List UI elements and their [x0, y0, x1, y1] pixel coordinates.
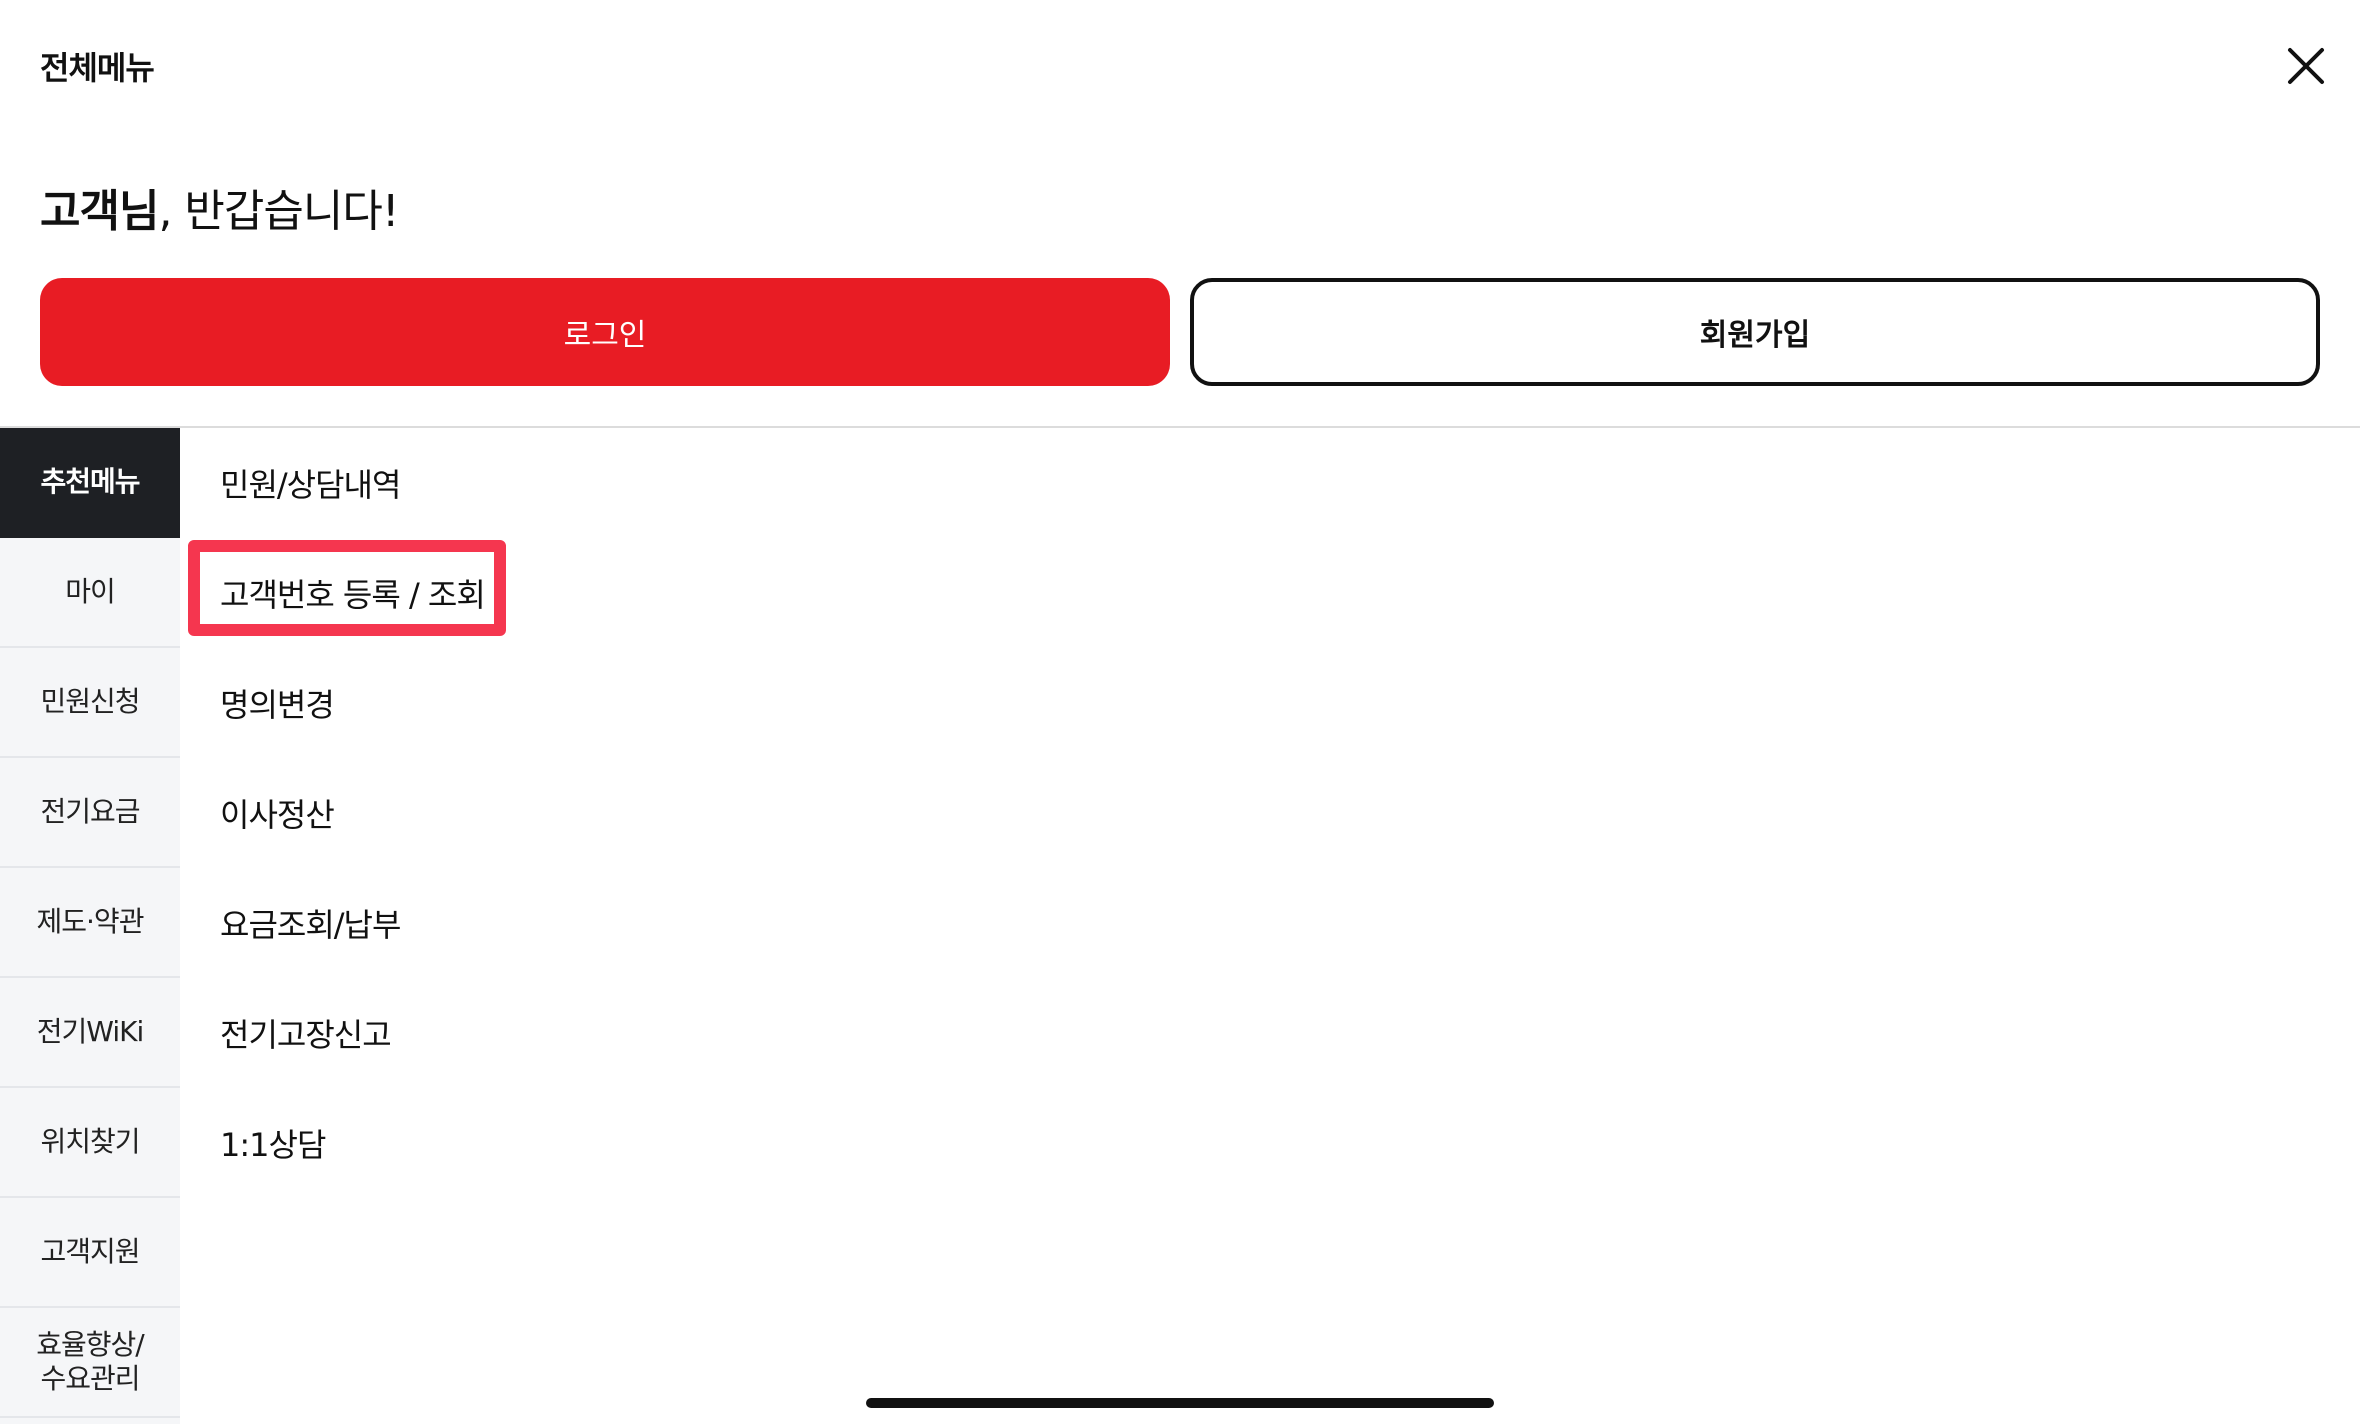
menu-item-one-on-one[interactable]: 1:1상담 [220, 1088, 326, 1198]
menu-item-customer-number[interactable]: 고객번호 등록 / 조회 [220, 538, 486, 648]
sidebar-item-electricity-wiki[interactable]: 전기WiKi [0, 978, 180, 1088]
sidebar-item-customer-support[interactable]: 고객지원 [0, 1198, 180, 1308]
menu-list: 민원/상담내역 고객번호 등록 / 조회 명의변경 이사정산 요금조회/납부 전… [180, 428, 2360, 1424]
sidebar-item-civil-request[interactable]: 민원신청 [0, 648, 180, 758]
greeting-name: 고객님 [40, 186, 159, 237]
sidebar-item-policy-terms[interactable]: 제도·약관 [0, 868, 180, 978]
sidebar-item-location[interactable]: 위치찾기 [0, 1088, 180, 1198]
menu-item-outage-report[interactable]: 전기고장신고 [220, 978, 392, 1088]
sidebar-item-electricity-bill[interactable]: 전기요금 [0, 758, 180, 868]
close-icon [2288, 48, 2324, 84]
menu-item-bill-inquiry-payment[interactable]: 요금조회/납부 [220, 868, 401, 978]
sidebar-item-efficiency-demand[interactable]: 효율향상/ 수요관리 [0, 1308, 180, 1418]
category-sidebar: 추천메뉴 마이 민원신청 전기요금 제도·약관 전기WiKi 위치찾기 고객지원… [0, 428, 180, 1424]
greeting-text: 고객님, 반갑습니다! [40, 180, 399, 244]
menu-item-moving-settlement[interactable]: 이사정산 [220, 758, 335, 868]
login-button[interactable]: 로그인 [40, 278, 1170, 386]
page-title: 전체메뉴 [40, 49, 155, 87]
menu-item-complaint-history[interactable]: 민원/상담내역 [220, 428, 401, 538]
full-menu-page: 전체메뉴 고객님, 반갑습니다! 로그인 회원가입 추천메뉴 마이 민원신청 전… [0, 0, 2360, 1424]
home-indicator [866, 1398, 1494, 1408]
greeting-message: , 반갑습니다! [158, 186, 399, 237]
close-button[interactable] [2270, 30, 2342, 102]
sidebar-item-my[interactable]: 마이 [0, 538, 180, 648]
menu-item-name-change[interactable]: 명의변경 [220, 648, 335, 758]
sidebar-item-recommended[interactable]: 추천메뉴 [0, 428, 180, 538]
join-button[interactable]: 회원가입 [1190, 278, 2320, 386]
